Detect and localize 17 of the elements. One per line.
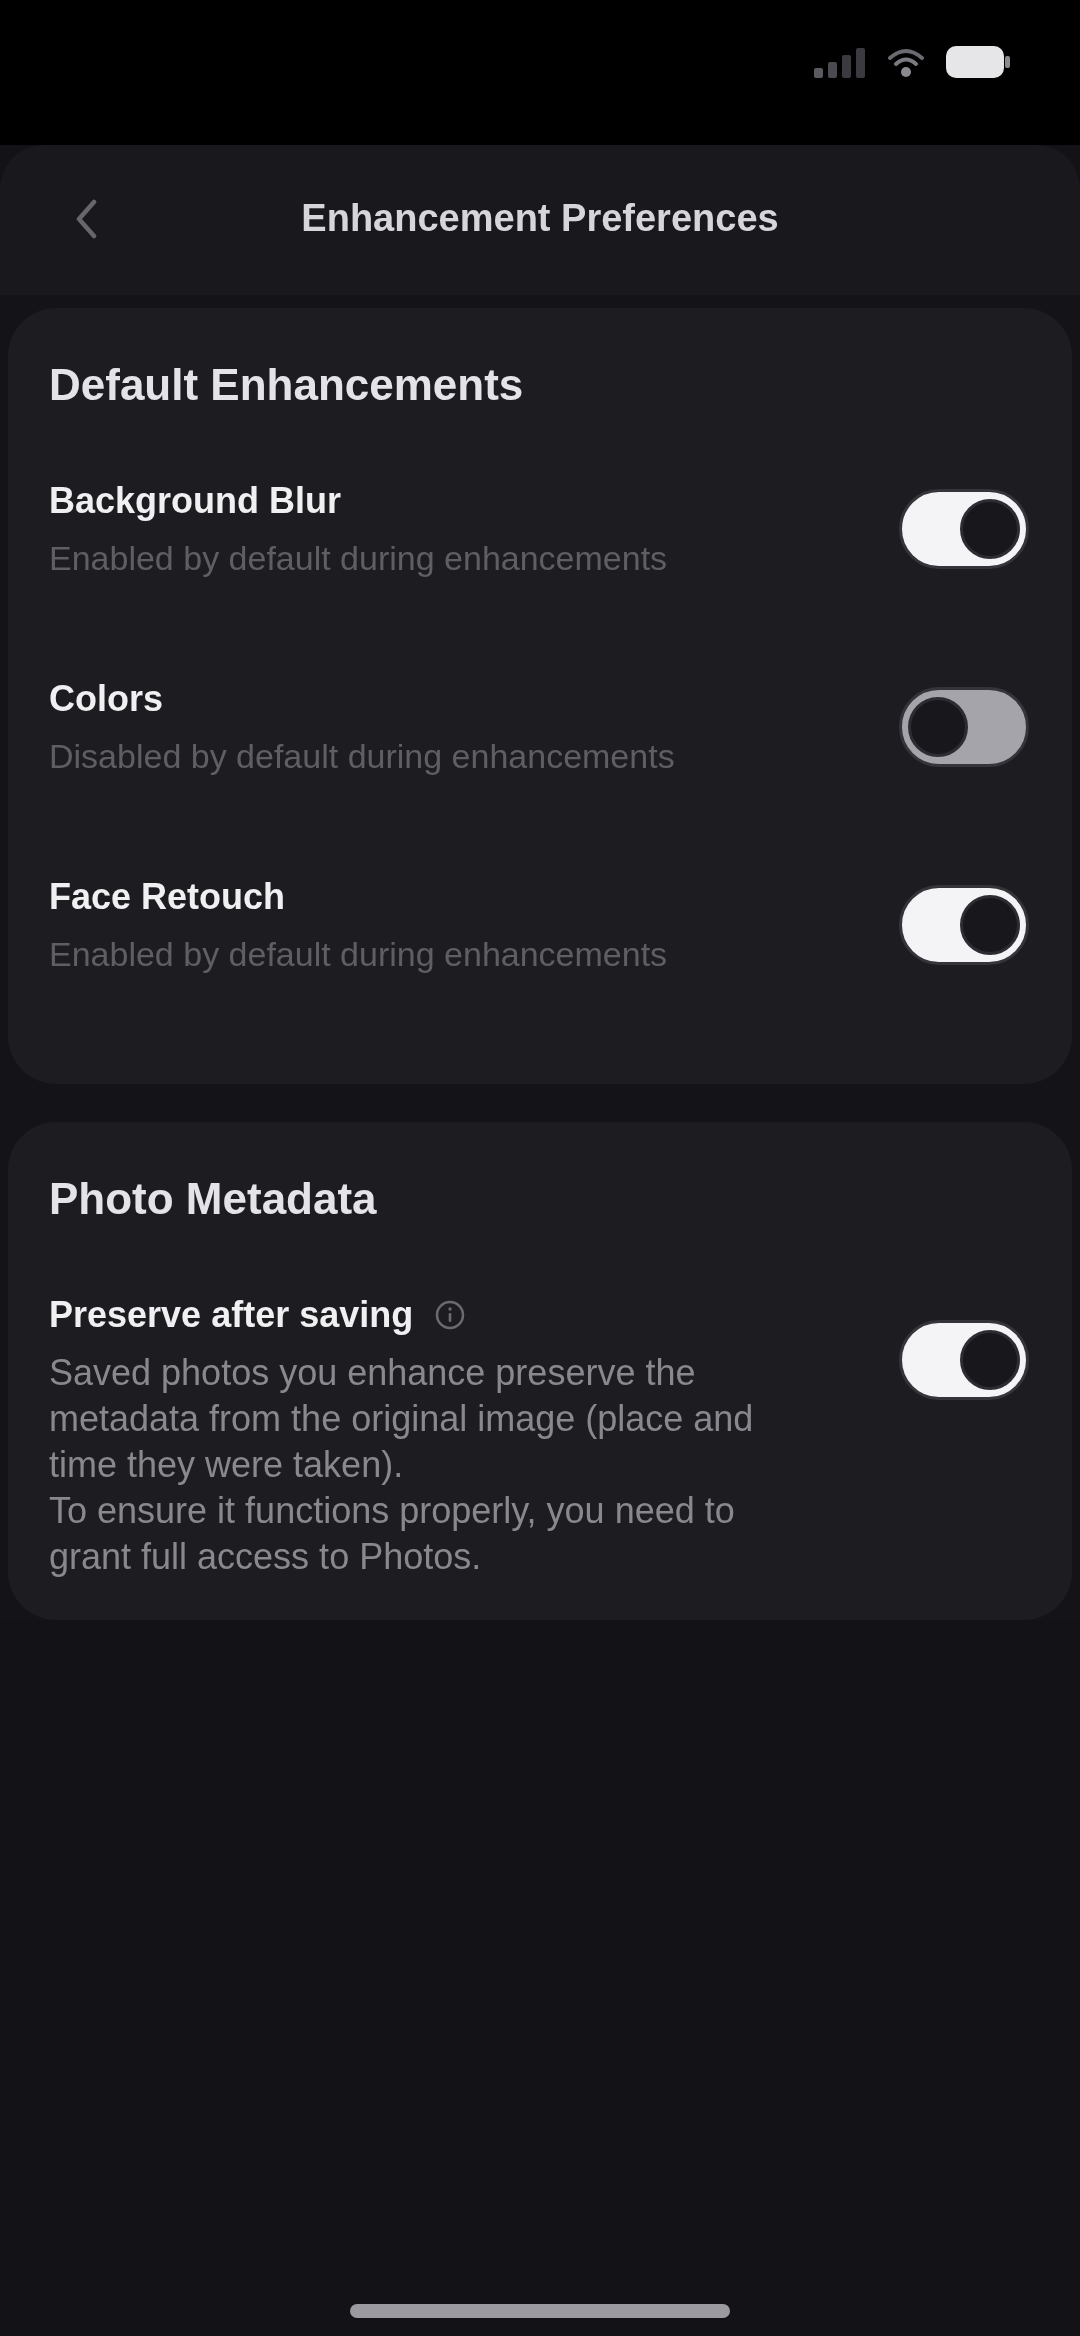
wifi-icon: [888, 48, 924, 78]
setting-label: Preserve after saving: [49, 1294, 414, 1336]
setting-description: Enabled by default during enhancements: [49, 934, 669, 974]
setting-description: Disabled by default during enhancements: [49, 736, 676, 776]
setting-description: To ensure it functions properly, you need to grant full access to Photos.: [49, 1489, 736, 1579]
setting-description: Enabled by default during enhancements: [49, 538, 669, 578]
battery-icon: [946, 46, 1010, 78]
setting-label: Face Retouch: [49, 876, 286, 918]
setting-label: Colors: [49, 678, 163, 720]
info-icon[interactable]: [435, 1300, 466, 1330]
screen-title: Enhancement Preferences: [301, 196, 779, 240]
chevron-left-icon: [75, 199, 97, 239]
signal-icon: [814, 46, 866, 78]
section-title: Default Enhancements: [49, 360, 525, 410]
section-title: Photo Metadata: [49, 1174, 378, 1224]
setting-label: Background Blur: [49, 480, 342, 522]
setting-description: Saved photos you enhance preserve the metadata from the original image (place and time they were taken).: [49, 1351, 755, 1487]
